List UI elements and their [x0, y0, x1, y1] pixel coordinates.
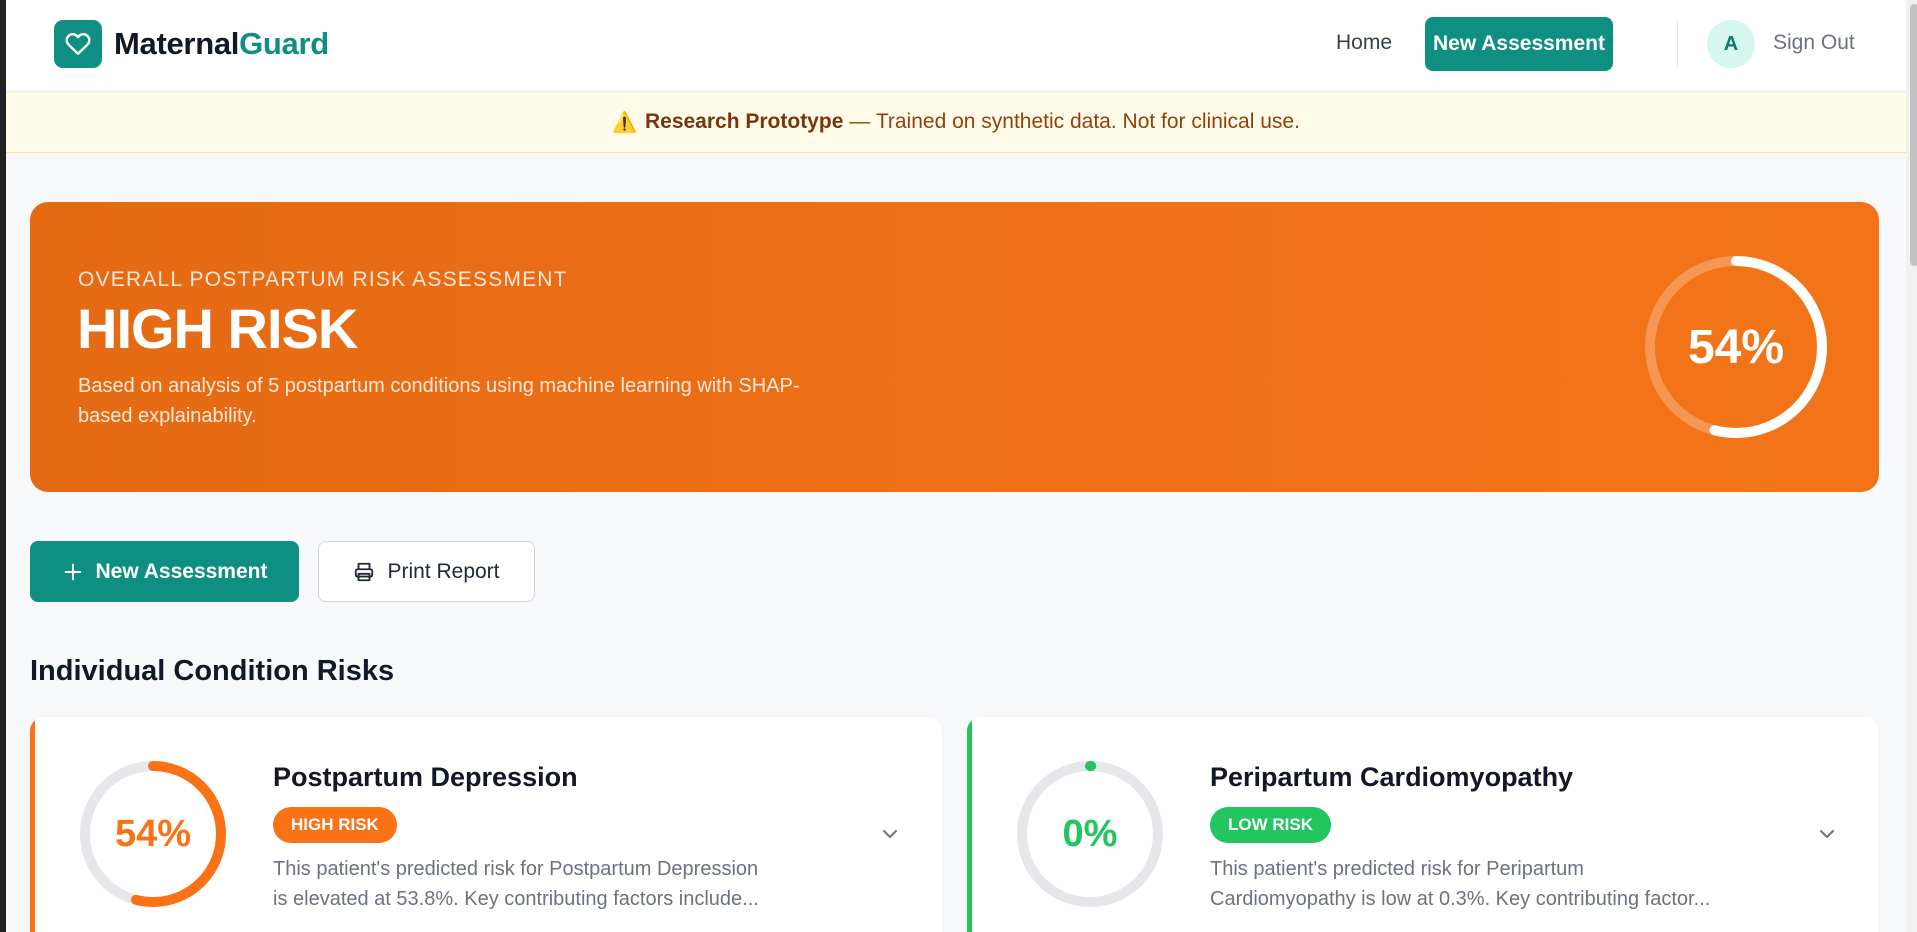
- condition-card-postpartum-depression[interactable]: 54% Postpartum Depression HIGH RISK This…: [30, 717, 942, 932]
- warning-icon: ⚠️: [612, 111, 637, 134]
- research-prototype-banner: ⚠️ Research Prototype — Trained on synth…: [6, 92, 1906, 153]
- new-assessment-button[interactable]: New Assessment: [30, 541, 299, 602]
- brand-name-part1: Maternal: [114, 26, 240, 61]
- chevron-down-icon[interactable]: [1815, 822, 1839, 846]
- print-report-button[interactable]: Print Report: [318, 541, 535, 602]
- brand-name-part2: Guard: [239, 26, 329, 61]
- printer-icon: [355, 562, 374, 581]
- section-title: Individual Condition Risks: [30, 655, 395, 687]
- risk-badge: LOW RISK: [1210, 807, 1331, 843]
- logo-badge[interactable]: [54, 20, 102, 68]
- brand-name[interactable]: MaternalGuard: [114, 26, 329, 62]
- print-report-label: Print Report: [387, 559, 500, 583]
- sign-out-link[interactable]: Sign Out: [1773, 31, 1855, 55]
- card-accent-bar: [30, 717, 35, 932]
- page-scrollbar-thumb[interactable]: [1910, 4, 1917, 266]
- nav-new-assessment-button[interactable]: New Assessment: [1425, 17, 1613, 71]
- condition-description: This patient's predicted risk for Peripa…: [1210, 854, 1790, 914]
- nav-divider: [1677, 20, 1678, 68]
- condition-card-peripartum-cardiomyopathy[interactable]: 0% Peripartum Cardiomyopathy LOW RISK Th…: [967, 717, 1879, 932]
- new-assessment-label: New Assessment: [95, 559, 268, 583]
- condition-description-line: This patient's predicted risk for Peripa…: [1210, 858, 1584, 880]
- heart-icon: [65, 33, 91, 55]
- banner-text: — Trained on synthetic data. Not for cli…: [849, 110, 1300, 133]
- card-accent-bar: [967, 717, 972, 932]
- risk-badge: HIGH RISK: [273, 807, 397, 843]
- condition-risk-percent: 54%: [114, 812, 192, 855]
- plus-icon: [64, 563, 81, 580]
- hero-description: Based on analysis of 5 postpartum condit…: [78, 375, 800, 427]
- overall-risk-percent: 54%: [1687, 320, 1785, 374]
- top-navbar: MaternalGuard Home New Assessment A Sign…: [6, 0, 1906, 92]
- condition-description: This patient's predicted risk for Postpa…: [273, 854, 853, 914]
- banner-strong-text: Research Prototype: [644, 110, 844, 133]
- condition-risk-percent: 0%: [1062, 812, 1118, 855]
- chevron-down-icon[interactable]: [878, 822, 902, 846]
- nav-home-link[interactable]: Home: [1336, 31, 1392, 55]
- condition-description-line: Cardiomyopathy is low at 0.3%. Key contr…: [1210, 888, 1711, 910]
- condition-title: Postpartum Depression: [273, 762, 578, 792]
- condition-title: Peripartum Cardiomyopathy: [1210, 762, 1574, 792]
- hero-risk-level: HIGH RISK: [77, 297, 358, 360]
- overall-risk-hero: OVERALL POSTPARTUM RISK ASSESSMENT HIGH …: [30, 202, 1879, 492]
- hero-kicker: OVERALL POSTPARTUM RISK ASSESSMENT: [78, 268, 568, 291]
- condition-description-line: This patient's predicted risk for Postpa…: [273, 858, 759, 880]
- user-avatar[interactable]: A: [1707, 20, 1755, 68]
- condition-description-line: is elevated at 53.8%. Key contributing f…: [273, 888, 759, 910]
